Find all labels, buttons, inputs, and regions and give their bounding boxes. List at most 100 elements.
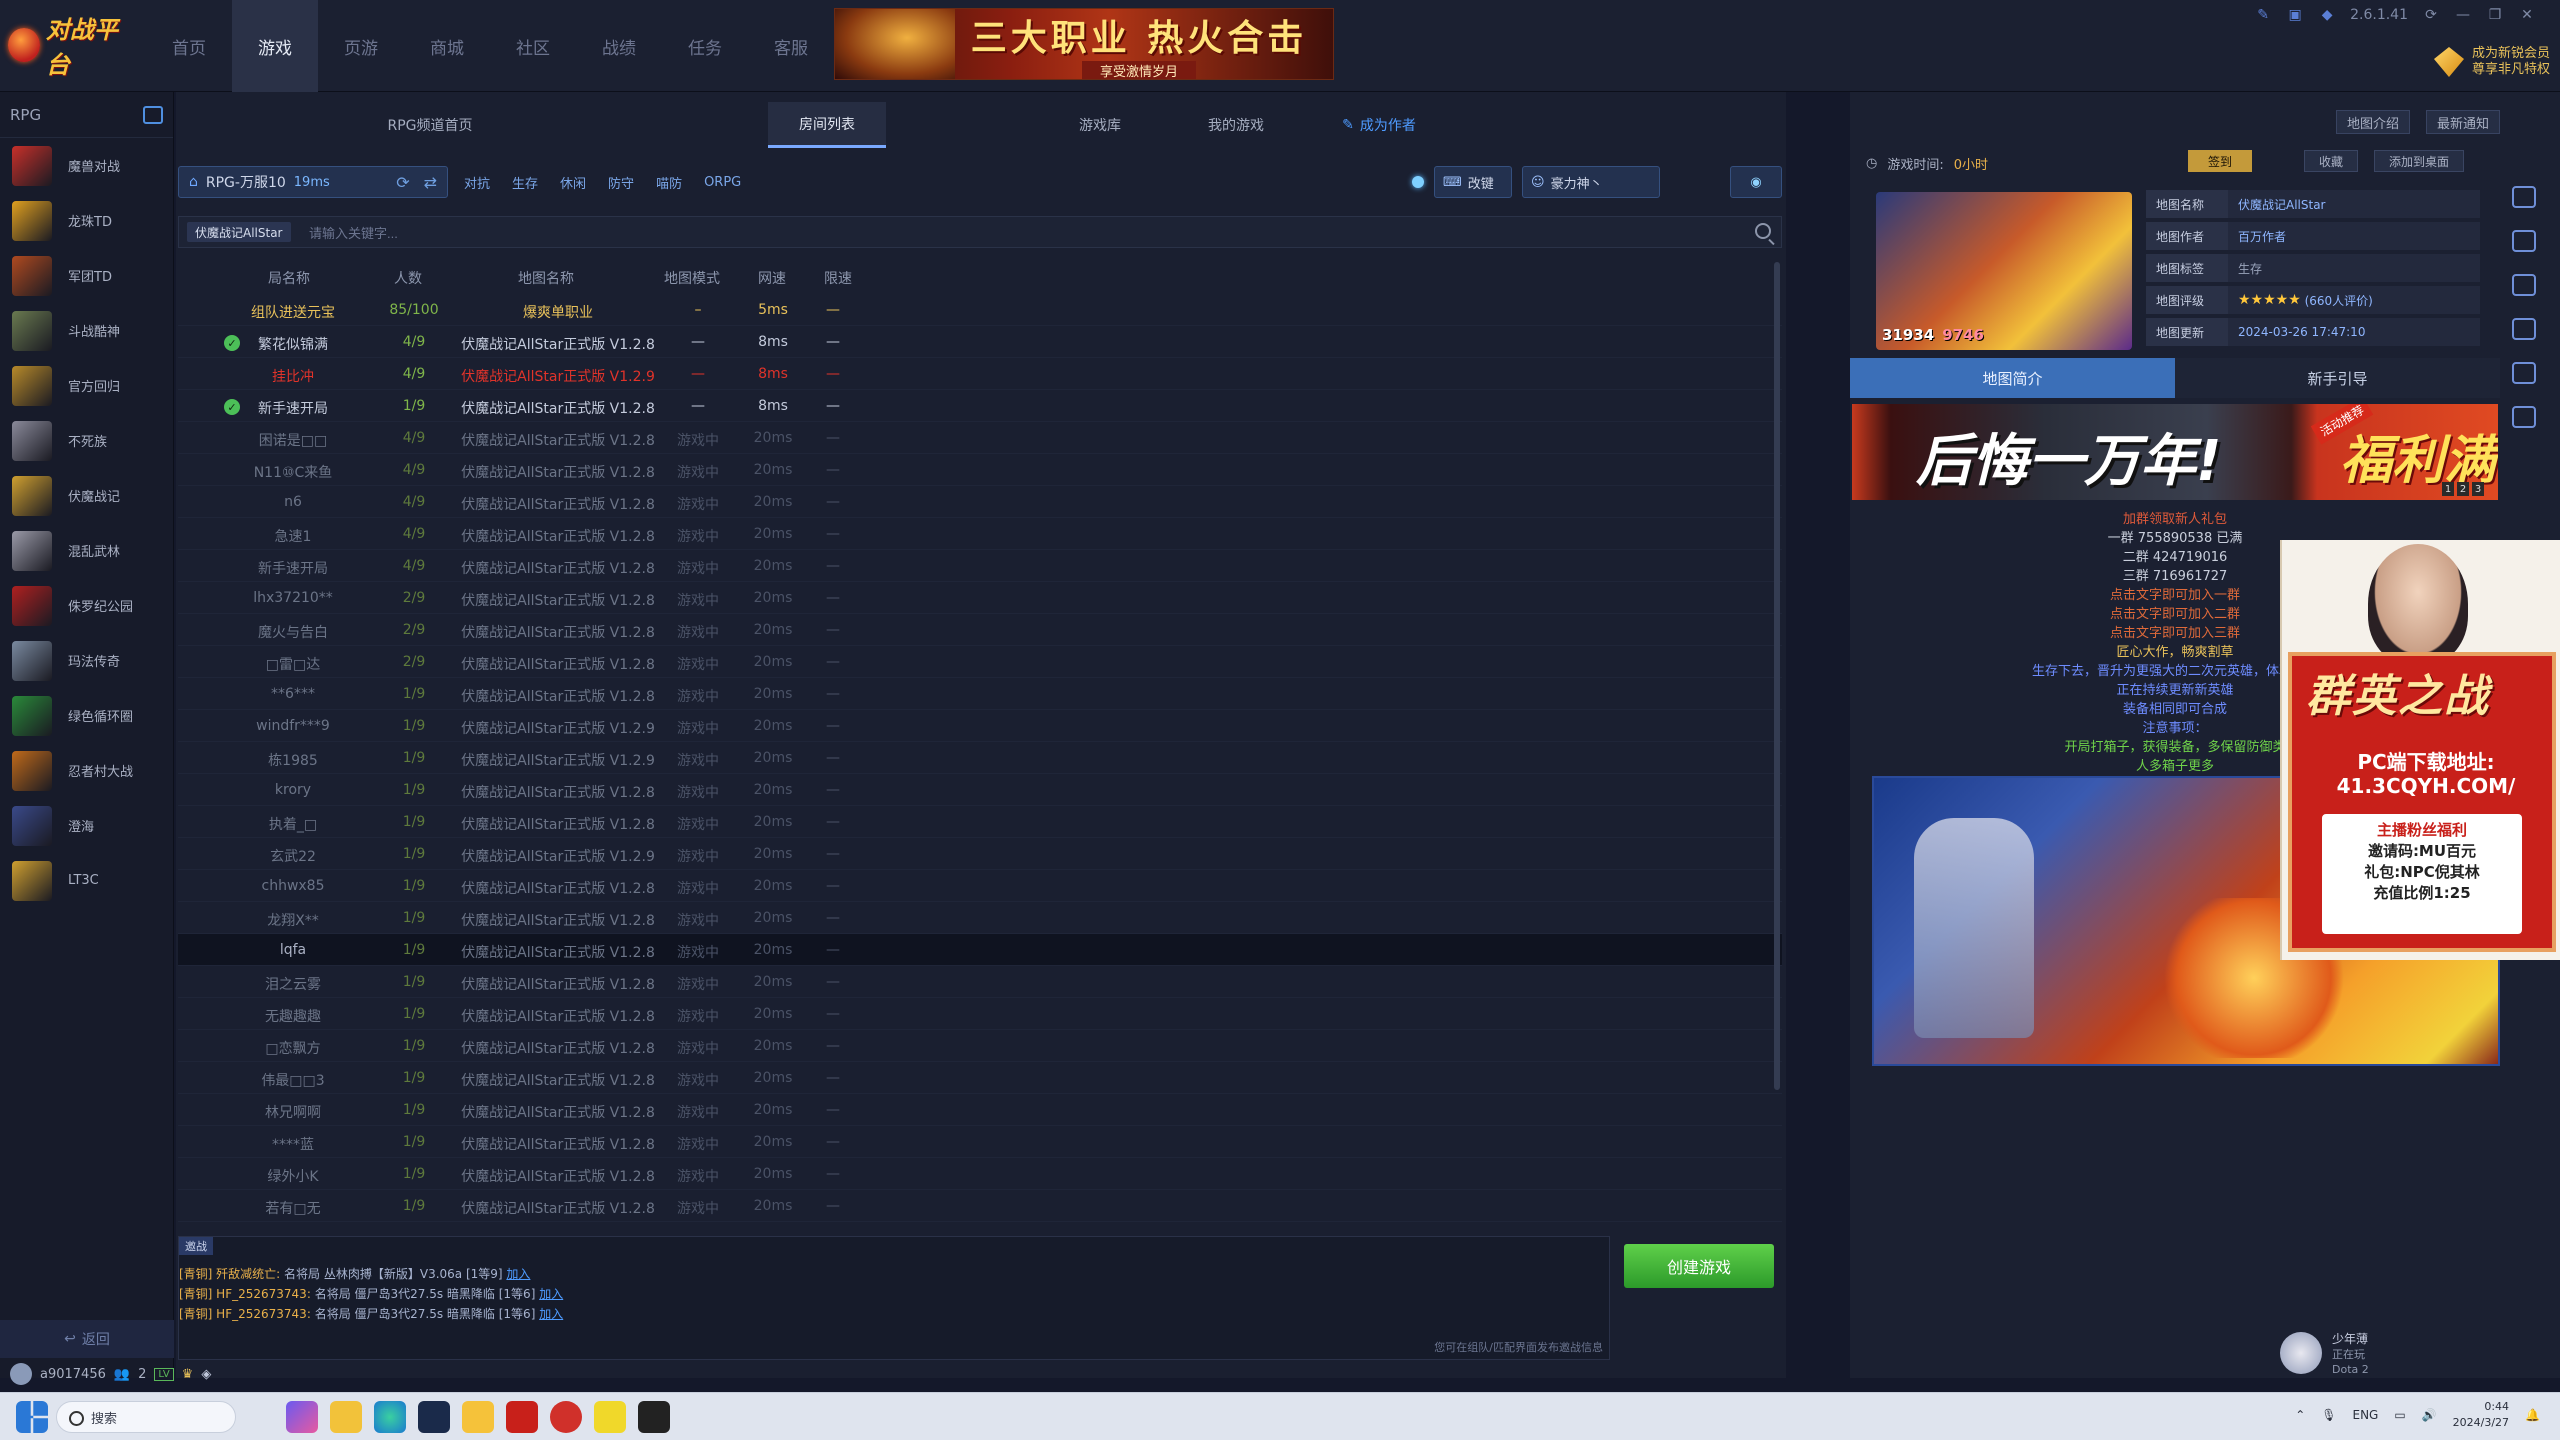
col-map-mode[interactable]: 地图模式 — [664, 268, 720, 288]
checklist-icon[interactable] — [2512, 406, 2536, 428]
table-row[interactable]: 执着_□ 1/9 伏魔战记AllStar正式版 V1.2.8 游戏中 20ms — — [178, 806, 1782, 838]
top-banner-ad[interactable]: 三大职业 热火合击 享受激情岁月 — [834, 8, 1334, 80]
friend-activity[interactable]: 少年薄 正在玩 Dota 2 — [2280, 1330, 2500, 1376]
sidebar-game-item[interactable]: 混乱武林 — [0, 523, 173, 578]
table-row[interactable]: ✓ 繁花似锦满 4/9 伏魔战记AllStar正式版 V1.2.8—8ms — — [178, 326, 1782, 358]
document-icon[interactable] — [2512, 186, 2536, 208]
join-link[interactable]: 加入 — [539, 1287, 563, 1301]
sidebar-game-item[interactable]: 玛法传奇 — [0, 633, 173, 688]
table-row[interactable]: □恋飘方 1/9 伏魔战记AllStar正式版 V1.2.8 游戏中 20ms — — [178, 1030, 1782, 1062]
col-room-name[interactable]: 局名称 — [268, 268, 310, 288]
room-search-input[interactable] — [309, 222, 1709, 244]
tab-room-list[interactable]: 房间列表 — [768, 102, 886, 148]
pager-3[interactable]: 3 — [2472, 482, 2484, 496]
sidebar-game-item[interactable]: 绿色循环圈 — [0, 688, 173, 743]
chat-icon[interactable] — [2512, 318, 2536, 340]
table-row[interactable]: 若有□无 1/9 伏魔战记AllStar正式版 V1.2.8 游戏中 20ms — — [178, 1190, 1782, 1222]
maximize-icon[interactable]: ❐ — [2486, 6, 2504, 24]
sidebar-game-item[interactable]: 官方回归 — [0, 358, 173, 413]
tab-newbie-guide[interactable]: 新手引导 — [2175, 358, 2500, 398]
sidebar-game-item[interactable]: LT3C — [0, 853, 173, 908]
table-row[interactable]: 龙翔X** 1/9 伏魔战记AllStar正式版 V1.2.8 游戏中 20ms — — [178, 902, 1782, 934]
nav-home[interactable]: 首页 — [146, 0, 232, 92]
filter-defense[interactable]: 防守 — [608, 173, 634, 192]
search-icon[interactable] — [1755, 223, 1771, 239]
sidebar-game-item[interactable]: 侏罗纪公园 — [0, 578, 173, 633]
table-row[interactable]: □雷□达 2/9 伏魔战记AllStar正式版 V1.2.8 游戏中 20ms — — [178, 646, 1782, 678]
app-icon[interactable] — [594, 1401, 626, 1433]
network-icon[interactable]: ▭ — [2394, 1408, 2405, 1422]
sidebar-game-item[interactable]: 龙珠TD — [0, 193, 173, 248]
minimize-icon[interactable]: — — [2454, 6, 2472, 24]
sidebar-game-item[interactable]: 斗战酷神 — [0, 303, 173, 358]
table-row[interactable]: 挂比冲 4/9 伏魔战记AllStar正式版 V1.2.9—8ms — — [178, 358, 1782, 390]
back-button[interactable]: ↩ 返回 — [0, 1320, 174, 1358]
latest-notice-button[interactable]: 最新通知 — [2425, 110, 2500, 134]
room-list-scrollbar[interactable] — [1774, 262, 1780, 1090]
nav-webgames[interactable]: 页游 — [318, 0, 404, 92]
switch-server-icon[interactable]: ⇄ — [424, 173, 437, 192]
sidebar-game-item[interactable]: 魔兽对战 — [0, 138, 173, 193]
filter-survival[interactable]: 生存 — [512, 173, 538, 192]
taskbar-search[interactable]: 搜索 — [56, 1401, 236, 1433]
filter-versus[interactable]: 对抗 — [464, 173, 490, 192]
table-row[interactable]: 困诺是□□ 4/9 伏魔战记AllStar正式版 V1.2.8 游戏中 20ms — — [178, 422, 1782, 454]
flag-icon[interactable] — [2512, 274, 2536, 296]
bird-icon[interactable]: ◆ — [2318, 6, 2336, 24]
map-intro-button[interactable]: 地图介绍 — [2335, 110, 2410, 134]
copilot-icon[interactable] — [286, 1401, 318, 1433]
sidebar-game-item[interactable]: 忍者村大战 — [0, 743, 173, 798]
table-row[interactable]: 急速1 4/9 伏魔战记AllStar正式版 V1.2.8 游戏中 20ms — — [178, 518, 1782, 550]
refresh-icon[interactable]: ⟳ — [2422, 6, 2440, 24]
col-players[interactable]: 人数 — [394, 268, 422, 288]
nav-records[interactable]: 战绩 — [576, 0, 662, 92]
tab-game-library[interactable]: 游戏库 — [1040, 102, 1160, 148]
join-link[interactable]: 加入 — [539, 1307, 563, 1321]
table-row[interactable]: N11⑩C来鱼 4/9 伏魔战记AllStar正式版 V1.2.8 游戏中 20ms — — [178, 454, 1782, 486]
cart-icon[interactable] — [2512, 230, 2536, 252]
table-row[interactable]: 玄武22 1/9 伏魔战记AllStar正式版 V1.2.9 游戏中 20ms — — [178, 838, 1782, 870]
filter-meow-defense[interactable]: 喵防 — [656, 173, 682, 192]
notification-icon[interactable]: 🔔 — [2525, 1408, 2540, 1422]
language-indicator[interactable]: ENG — [2352, 1408, 2378, 1422]
nav-tasks[interactable]: 任务 — [662, 0, 748, 92]
clock[interactable]: 0:44 2024/3/27 — [2453, 1399, 2509, 1431]
app-icon[interactable] — [550, 1401, 582, 1433]
change-key-button[interactable]: ⌨ 改键 — [1434, 166, 1512, 198]
shirt-icon[interactable]: ▣ — [2286, 6, 2304, 24]
table-row[interactable]: 泪之云雾 1/9 伏魔战记AllStar正式版 V1.2.8 游戏中 20ms — — [178, 966, 1782, 998]
sidebar-game-item[interactable]: 伏魔战记 — [0, 468, 173, 523]
app-icon[interactable] — [506, 1401, 538, 1433]
table-row[interactable]: **6*** 1/9 伏魔战记AllStar正式版 V1.2.8 游戏中 20ms — — [178, 678, 1782, 710]
app-logo[interactable]: 对战平台 — [8, 16, 136, 79]
username[interactable]: a9017456 — [40, 1367, 106, 1382]
table-row[interactable]: ****蓝 1/9 伏魔战记AllStar正式版 V1.2.8 游戏中 20ms — — [178, 1126, 1782, 1158]
table-row[interactable]: n6 4/9 伏魔战记AllStar正式版 V1.2.8 游戏中 20ms — — [178, 486, 1782, 518]
nav-games[interactable]: 游戏 — [232, 0, 318, 92]
edge-icon[interactable] — [374, 1401, 406, 1433]
chat-tab[interactable]: 邀战 — [179, 1237, 213, 1255]
tab-map-intro[interactable]: 地图简介 — [1850, 358, 2175, 398]
table-row[interactable]: ✓ 新手速开局 1/9 伏魔战记AllStar正式版 V1.2.8—8ms — — [178, 390, 1782, 422]
table-row[interactable]: krory 1/9 伏魔战记AllStar正式版 V1.2.8 游戏中 20ms — — [178, 774, 1782, 806]
steam-icon[interactable] — [418, 1401, 450, 1433]
mic-icon[interactable]: 🎙 — [2321, 1408, 2336, 1422]
sidebar-game-item[interactable]: 不死族 — [0, 413, 173, 468]
table-row[interactable]: lhx37210** 2/9 伏魔战记AllStar正式版 V1.2.8 游戏中 20m… — [178, 582, 1782, 614]
nav-support[interactable]: 客服 — [748, 0, 834, 92]
map-filter-tag[interactable]: 伏魔战记AllStar — [187, 222, 291, 242]
sidebar-game-item[interactable]: 军团TD — [0, 248, 173, 303]
promo-carousel[interactable]: 后悔一万年! 活动推荐 福利满 1 2 3 — [1852, 404, 2498, 500]
chevron-up-icon[interactable]: ⌃ — [2295, 1408, 2305, 1422]
table-row[interactable]: chhwx85 1/9 伏魔战记AllStar正式版 V1.2.8 游戏中 20ms — — [178, 870, 1782, 902]
map-cover-image[interactable]: 31934 9746 — [1876, 192, 2132, 350]
table-row[interactable]: 无趣趣趣 1/9 伏魔战记AllStar正式版 V1.2.8 游戏中 20ms — — [178, 998, 1782, 1030]
globe-button[interactable]: ◉ — [1730, 166, 1782, 198]
sign-in-button[interactable]: 签到 — [2188, 150, 2253, 172]
table-row[interactable]: 绿外小K 1/9 伏魔战记AllStar正式版 V1.2.8 游戏中 20ms — — [178, 1158, 1782, 1190]
avatar[interactable] — [10, 1363, 32, 1385]
vip-promo[interactable]: 成为新锐会员 尊享非凡特权 — [2433, 46, 2550, 78]
windows-start-icon[interactable] — [16, 1401, 48, 1433]
table-row[interactable]: windfr***9 1/9 伏魔战记AllStar正式版 V1.2.9 游戏中 20m… — [178, 710, 1782, 742]
col-ping[interactable]: 网速 — [758, 268, 786, 288]
